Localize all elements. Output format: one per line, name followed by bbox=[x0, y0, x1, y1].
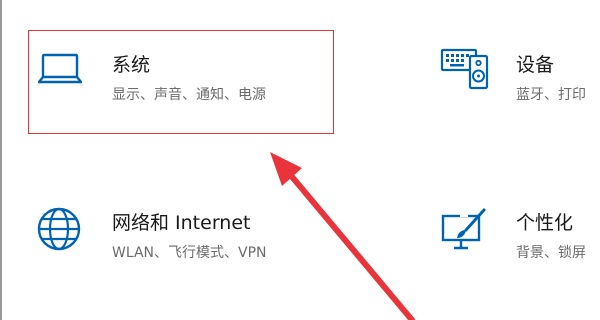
annotation-arrow bbox=[270, 152, 415, 320]
